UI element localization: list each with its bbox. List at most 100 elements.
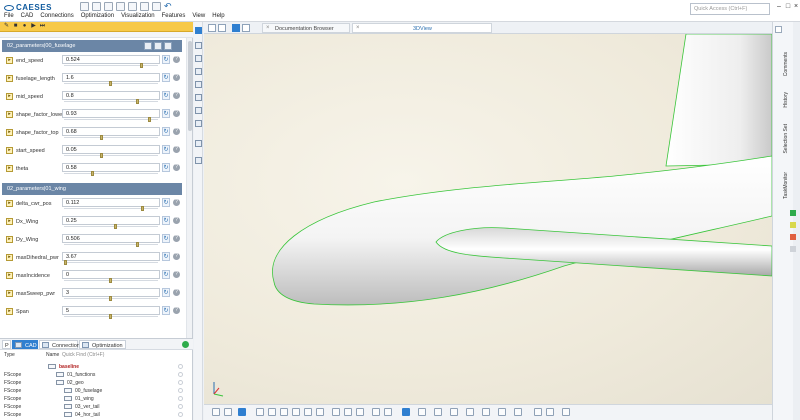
stop-icon[interactable]: ■ bbox=[12, 23, 19, 30]
dock-history[interactable]: History bbox=[783, 92, 789, 108]
status-grey-swatch[interactable] bbox=[790, 246, 796, 252]
parameter-value-field[interactable]: 0.112 bbox=[62, 198, 160, 207]
view-record-icon[interactable] bbox=[546, 408, 554, 416]
view-lock-icon[interactable] bbox=[418, 408, 426, 416]
view-clip-icon[interactable] bbox=[356, 408, 364, 416]
parameter-slider-thumb[interactable] bbox=[109, 278, 112, 283]
view-rotate-icon[interactable] bbox=[238, 408, 246, 416]
parameter-slider-thumb[interactable] bbox=[100, 135, 103, 140]
pin-icon[interactable]: ✎ bbox=[3, 23, 10, 30]
layout-split-icon[interactable] bbox=[242, 24, 250, 32]
help-icon[interactable]: ? bbox=[173, 164, 180, 171]
play-icon[interactable]: ▶ bbox=[30, 23, 37, 30]
parameter-slider-thumb[interactable] bbox=[136, 99, 139, 104]
parameter-value-field[interactable]: 0.93 bbox=[62, 109, 160, 118]
record-icon[interactable]: ● bbox=[21, 23, 28, 30]
help-icon[interactable]: ? bbox=[173, 307, 180, 314]
tab-close-icon[interactable]: × bbox=[356, 25, 360, 31]
reset-icon[interactable]: ↻ bbox=[162, 270, 170, 279]
reset-icon[interactable]: ↻ bbox=[162, 145, 170, 154]
view-side-icon[interactable] bbox=[304, 408, 312, 416]
parameter-scrollbar-thumb[interactable] bbox=[188, 41, 192, 131]
menu-visualization[interactable]: Visualization bbox=[121, 13, 155, 19]
view-export-icon[interactable] bbox=[514, 408, 522, 416]
parameter-slider-track[interactable] bbox=[64, 101, 158, 102]
parameter-slider-thumb[interactable] bbox=[136, 242, 139, 247]
save-all-icon[interactable] bbox=[116, 2, 125, 11]
surface-icon[interactable] bbox=[195, 81, 202, 88]
maximize-icon[interactable]: □ bbox=[784, 3, 792, 11]
help-icon[interactable]: ? bbox=[173, 110, 180, 117]
visibility-icon[interactable] bbox=[178, 372, 183, 377]
solid-icon[interactable] bbox=[195, 94, 202, 101]
view-normal-icon[interactable] bbox=[482, 408, 490, 416]
parameter-value-field[interactable]: 0.58 bbox=[62, 163, 160, 172]
tab-connections[interactable]: Connections bbox=[39, 340, 83, 349]
view-light-icon[interactable] bbox=[434, 408, 442, 416]
parameter-slider-thumb[interactable] bbox=[100, 153, 103, 158]
parameter-slider-thumb[interactable] bbox=[114, 224, 117, 229]
menu-optimization[interactable]: Optimization bbox=[81, 13, 114, 19]
status-green-swatch[interactable] bbox=[790, 210, 796, 216]
parameter-slider-track[interactable] bbox=[64, 155, 158, 156]
tree-row[interactable]: FScope 04_hor_tail bbox=[0, 411, 193, 419]
parameter-slider-thumb[interactable] bbox=[64, 260, 67, 265]
3d-viewport[interactable] bbox=[204, 34, 772, 404]
minimize-icon[interactable]: – bbox=[775, 3, 783, 11]
parameter-value-field[interactable]: 0.8 bbox=[62, 91, 160, 100]
view-front-icon[interactable] bbox=[292, 408, 300, 416]
help-icon[interactable]: ? bbox=[173, 74, 180, 81]
tab-optimization[interactable]: Optimization bbox=[79, 340, 126, 349]
parameter-slider-track[interactable] bbox=[64, 173, 158, 174]
view-camera-icon[interactable] bbox=[534, 408, 542, 416]
measure-icon[interactable] bbox=[195, 140, 202, 147]
view-box-icon[interactable] bbox=[332, 408, 340, 416]
help-icon[interactable]: ? bbox=[173, 217, 180, 224]
menu-view[interactable]: View bbox=[192, 13, 205, 19]
quick-access-input[interactable]: Quick Access (Ctrl+F) bbox=[690, 3, 770, 15]
close-icon[interactable]: × bbox=[792, 3, 800, 11]
tree-row[interactable]: baseline bbox=[0, 363, 193, 371]
parameter-slider-thumb[interactable] bbox=[141, 206, 144, 211]
view-shade-icon[interactable] bbox=[372, 408, 380, 416]
dock-selection-set[interactable]: Selection Set bbox=[783, 124, 789, 153]
reset-icon[interactable]: ↻ bbox=[162, 109, 170, 118]
settings-icon[interactable] bbox=[164, 42, 172, 50]
help-icon[interactable]: ? bbox=[173, 271, 180, 278]
reset-icon[interactable]: ↻ bbox=[162, 73, 170, 82]
view-pen-icon[interactable] bbox=[268, 408, 276, 416]
tree-row[interactable]: FScope 03_ver_tail bbox=[0, 403, 193, 411]
help-icon[interactable]: ? bbox=[173, 253, 180, 260]
view-info-icon[interactable] bbox=[402, 408, 410, 416]
help-icon[interactable]: ? bbox=[173, 199, 180, 206]
transform-icon[interactable] bbox=[195, 107, 202, 114]
undo-icon[interactable]: ↶ bbox=[164, 2, 173, 11]
reset-icon[interactable]: ↻ bbox=[162, 216, 170, 225]
parameter-value-field[interactable]: 0.68 bbox=[62, 127, 160, 136]
parameter-slider-thumb[interactable] bbox=[109, 314, 112, 319]
view-zoom-icon[interactable] bbox=[224, 408, 232, 416]
parameter-scrollbar[interactable] bbox=[186, 38, 192, 338]
help-icon[interactable]: ? bbox=[173, 56, 180, 63]
parameter-slider-track[interactable] bbox=[64, 226, 158, 227]
parameter-slider-track[interactable] bbox=[64, 262, 158, 263]
select-icon[interactable] bbox=[195, 27, 202, 34]
new-icon[interactable] bbox=[80, 2, 89, 11]
view-top-icon[interactable] bbox=[316, 408, 324, 416]
reset-icon[interactable]: ↻ bbox=[162, 234, 170, 243]
tab-3dview[interactable]: × 3DView bbox=[352, 23, 492, 33]
menu-cad[interactable]: CAD bbox=[21, 13, 34, 19]
tree-filter-icon[interactable]: P bbox=[2, 340, 11, 349]
parameter-slider-thumb[interactable] bbox=[91, 171, 94, 176]
reset-icon[interactable]: ↻ bbox=[162, 252, 170, 261]
open-icon[interactable] bbox=[92, 2, 101, 11]
parameter-group-header[interactable]: 02_parameters|00_fuselage bbox=[2, 40, 182, 52]
expand-icon[interactable] bbox=[154, 42, 162, 50]
collapse-icon[interactable] bbox=[144, 42, 152, 50]
view-color-icon[interactable] bbox=[466, 408, 474, 416]
reset-icon[interactable]: ↻ bbox=[162, 91, 170, 100]
copy-icon[interactable] bbox=[140, 2, 149, 11]
view-iso-icon[interactable] bbox=[280, 408, 288, 416]
help-icon[interactable]: ? bbox=[173, 146, 180, 153]
tab-cad[interactable]: CAD bbox=[12, 340, 38, 349]
